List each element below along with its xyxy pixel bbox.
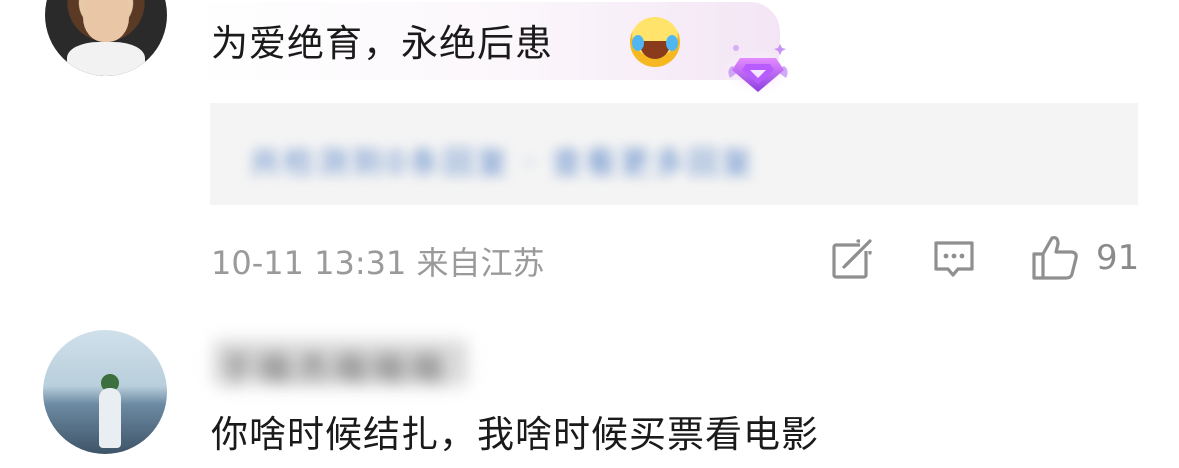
share-icon[interactable] (830, 237, 876, 283)
avatar-collar (67, 42, 145, 76)
reply-preview-text[interactable]: 共检测到0条回复 · 查看更多回复 (250, 138, 756, 182)
gem-badge-icon[interactable] (722, 40, 794, 96)
user-avatar[interactable] (45, 0, 167, 76)
laughing-crying-emoji-icon (630, 17, 680, 67)
comment-meta: 10-11 13:31 来自江苏 (211, 244, 545, 282)
comment-icon[interactable] (931, 237, 977, 283)
like-count: 91 (1096, 238, 1140, 278)
comment-text: 为爱绝育，永绝后患 (211, 22, 553, 65)
username-blurred[interactable]: 于晓杰晓晓晓 (213, 340, 468, 388)
thumbs-up-icon[interactable] (1030, 232, 1080, 282)
user-avatar[interactable] (43, 330, 167, 454)
avatar-face (83, 0, 129, 42)
comment-text: 你啥时候结扎，我啥时候买票看电影 (211, 413, 819, 456)
